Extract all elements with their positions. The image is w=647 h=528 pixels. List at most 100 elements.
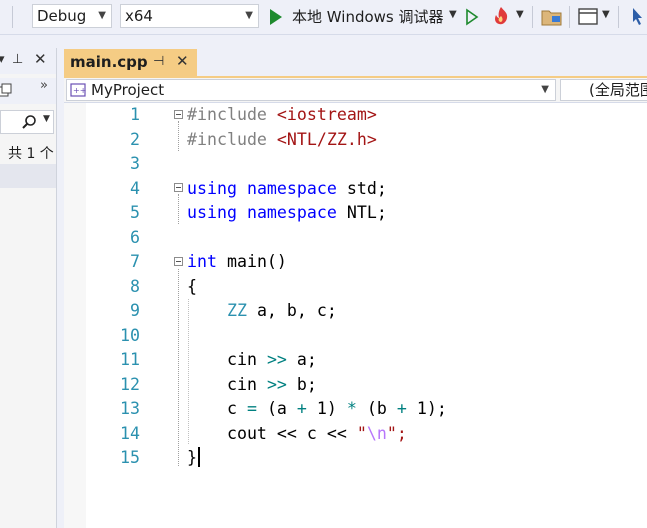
code-line[interactable]: 12 cin >> b; xyxy=(64,373,647,398)
project-name: MyProject xyxy=(91,81,165,99)
code-line[interactable]: 13 c = (a + 1) * (b + 1); xyxy=(64,397,647,422)
code-line[interactable]: 7 int main() xyxy=(64,250,647,275)
code-line[interactable]: 8{ xyxy=(64,275,647,300)
hot-reload-icon[interactable] xyxy=(490,5,512,27)
pin-icon[interactable]: ⊥ xyxy=(12,52,23,67)
window-layout-icon[interactable] xyxy=(578,8,598,26)
code-text: cin >> a; xyxy=(187,348,317,372)
code-token: main() xyxy=(216,252,287,271)
pin-icon[interactable]: ⊣ xyxy=(153,54,164,69)
start-debug-icon[interactable] xyxy=(270,9,282,25)
line-number: 13 xyxy=(120,399,140,418)
code-token: (a xyxy=(256,399,297,418)
code-token: >> xyxy=(266,350,287,369)
code-line[interactable]: 3 xyxy=(64,152,647,177)
close-icon[interactable]: ✕ xyxy=(34,50,47,68)
fold-guide xyxy=(178,194,179,224)
code-line[interactable]: 2 #include <NTL/ZZ.h> xyxy=(64,128,647,153)
code-text: cout << c << "\n"; xyxy=(187,422,407,446)
line-number: 1 xyxy=(130,105,140,124)
code-token: int xyxy=(187,252,217,271)
code-token: \n xyxy=(366,423,387,443)
tab-main-cpp[interactable]: main.cpp ⊣ ✕ xyxy=(64,49,197,76)
code-text: using namespace std; xyxy=(187,177,387,201)
toolbar-separator xyxy=(532,6,533,28)
line-number: 2 xyxy=(130,129,140,149)
line-number: 14 xyxy=(120,423,140,443)
code-line[interactable]: 9 ZZ a, b, c; xyxy=(64,299,647,324)
code-token: "; xyxy=(386,423,407,443)
solution-explorer-icon[interactable] xyxy=(541,7,563,27)
toolbar: Debug ▼ x64 ▼ 本地 Windows 调试器 ▼ ▼ ▼ xyxy=(0,0,647,35)
line-number: 7 xyxy=(130,252,140,271)
line-number: 10 xyxy=(120,325,140,345)
code-text: ZZ a, b, c; xyxy=(187,299,337,323)
code-token: a; xyxy=(286,350,317,369)
code-line[interactable]: 1 #include <iostream> xyxy=(64,103,647,128)
code-token: >> xyxy=(266,374,287,394)
search-options-icon[interactable]: ▼ xyxy=(43,114,50,124)
line-number: 3 xyxy=(130,154,140,173)
line-number: 15 xyxy=(120,448,140,467)
scope-dropdown[interactable]: (全局范围 xyxy=(560,79,647,101)
code-text: #include <iostream> xyxy=(187,103,377,127)
code-line[interactable]: 14 cout << c << "\n"; xyxy=(64,422,647,447)
line-number: 5 xyxy=(130,203,140,222)
code-token: } xyxy=(187,448,197,467)
code-line[interactable]: 11 cin >> a; xyxy=(64,348,647,373)
indent-guide xyxy=(188,299,189,444)
dropdown-icon[interactable]: ▾ xyxy=(0,52,5,67)
code-line[interactable]: 5 using namespace NTL; xyxy=(64,201,647,226)
line-number: 4 xyxy=(130,178,140,198)
hot-reload-dropdown-icon[interactable]: ▼ xyxy=(516,9,524,20)
result-row[interactable] xyxy=(0,164,56,188)
code-text: cin >> b; xyxy=(187,373,317,397)
chevron-down-icon: ▼ xyxy=(98,10,106,21)
window-layout-dropdown-icon[interactable]: ▼ xyxy=(602,9,610,20)
toolbar-separator xyxy=(569,6,570,28)
platform-dropdown[interactable]: x64 ▼ xyxy=(120,4,259,28)
debugger-dropdown-icon[interactable]: ▼ xyxy=(449,9,457,20)
code-token: using xyxy=(187,178,237,198)
text-cursor xyxy=(198,447,200,467)
cpp-project-icon: ++ xyxy=(70,83,86,97)
code-text: } xyxy=(187,446,197,470)
left-tool-panel: ▾ ⊥ ✕ » ▼ 共 1 个 xyxy=(0,48,57,528)
code-text: using namespace NTL; xyxy=(187,201,387,225)
search-icon xyxy=(22,115,36,129)
chevron-down-icon: ▼ xyxy=(541,84,549,95)
code-token: 1) xyxy=(306,399,347,418)
result-count: 共 1 个 xyxy=(8,146,54,162)
toolbar-separator xyxy=(618,6,619,28)
debugger-button[interactable]: 本地 Windows 调试器 xyxy=(292,6,444,27)
code-token: namespace xyxy=(246,178,337,198)
more-icon[interactable] xyxy=(630,6,646,28)
code-token: std; xyxy=(336,178,387,198)
configuration-dropdown[interactable]: Debug ▼ xyxy=(32,4,112,28)
line-number: 11 xyxy=(120,350,140,369)
overflow-icon[interactable]: » xyxy=(40,78,48,93)
start-without-debug-icon[interactable] xyxy=(465,8,479,26)
code-line[interactable]: 15} xyxy=(64,446,647,471)
code-line[interactable]: 6 xyxy=(64,226,647,251)
code-editor[interactable]: 1 #include <iostream> 2 #include <NTL/ZZ.h>… xyxy=(64,103,647,528)
code-token: c xyxy=(187,399,247,418)
collapse-all-icon[interactable] xyxy=(0,82,12,98)
line-number: 9 xyxy=(130,301,140,320)
scope-value: (全局范围 xyxy=(589,81,647,99)
close-icon[interactable]: ✕ xyxy=(176,52,189,70)
project-dropdown[interactable]: ++ MyProject ▼ xyxy=(66,79,556,101)
panel-search-input[interactable]: ▼ xyxy=(0,110,54,134)
code-text: #include <NTL/ZZ.h> xyxy=(187,128,377,152)
code-token: using xyxy=(187,203,237,222)
code-line[interactable]: 10 xyxy=(64,324,647,349)
code-token: namespace xyxy=(246,203,337,222)
code-line[interactable]: 4 using namespace std; xyxy=(64,177,647,202)
fold-toggle-icon[interactable] xyxy=(174,110,183,119)
fold-toggle-icon[interactable] xyxy=(174,257,183,266)
toolbar-separator xyxy=(12,6,13,28)
fold-toggle-icon[interactable] xyxy=(174,183,183,192)
